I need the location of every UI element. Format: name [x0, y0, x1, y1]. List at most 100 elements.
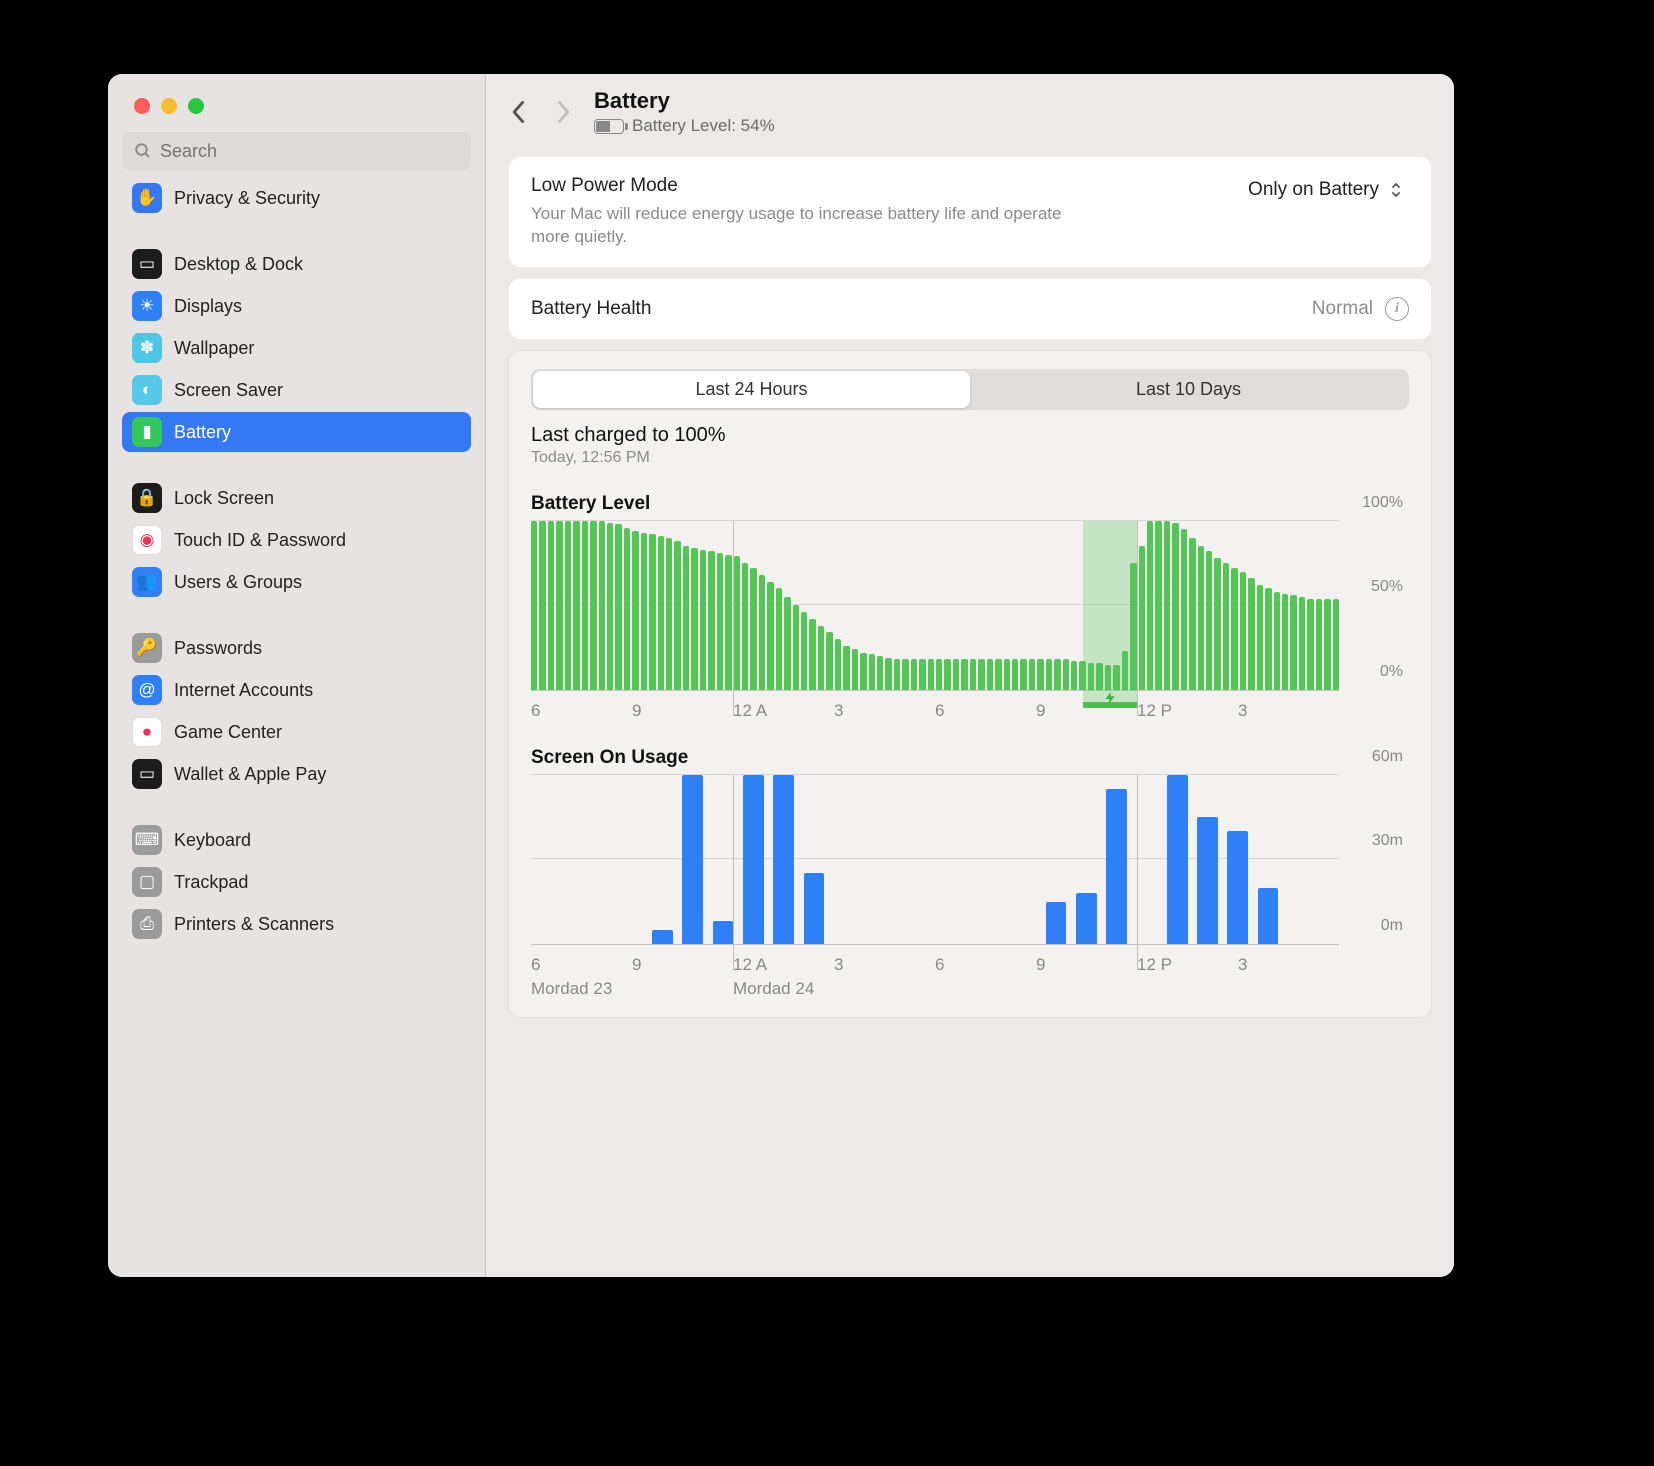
battery-level-bar [1240, 572, 1246, 690]
sidebar-item-label: Screen Saver [174, 380, 283, 401]
battery-level-bar [590, 521, 596, 690]
sidebar-item-users-groups[interactable]: 👥Users & Groups [122, 562, 471, 602]
chart0-ylab-50: 50% [1371, 578, 1403, 596]
sun-icon: ☀ [132, 291, 162, 321]
chart0-ylab-0: 0% [1380, 663, 1403, 681]
battery-level-bar [615, 524, 621, 690]
battery-level-bar [776, 588, 782, 689]
screensaver-icon: ◐ [132, 375, 162, 405]
battery-level-bar [624, 528, 630, 690]
screen-on-bar [682, 775, 703, 944]
low-power-mode-select[interactable]: Only on Battery [1238, 175, 1409, 205]
sidebar-item-passwords[interactable]: 🔑 Passwords [122, 628, 471, 668]
sidebar-item-wallpaper[interactable]: ✽Wallpaper [122, 328, 471, 368]
battery-level-bar [666, 538, 672, 690]
chart-title-screen-on: Screen On Usage [531, 747, 1409, 769]
battery-level-bar [691, 548, 697, 690]
screen-on-bar [652, 930, 673, 944]
chart0-xlabel: 12 P [1137, 701, 1238, 721]
nav-forward-button[interactable] [550, 98, 576, 126]
battery-level-bar [793, 605, 799, 690]
screen-on-bar [1046, 902, 1067, 944]
battery-level-bar [582, 521, 588, 690]
sidebar-item-wallet-apple-pay[interactable]: ▭ Wallet & Apple Pay [122, 754, 471, 794]
chart1-xlabel: 9 [1036, 955, 1137, 975]
battery-level-bar [826, 632, 832, 689]
battery-level-bar [1257, 585, 1263, 690]
sidebar-item-label: Keyboard [174, 830, 251, 851]
battery-level-bar [995, 659, 1001, 689]
screen-on-bar [1197, 817, 1218, 944]
lock-icon: 🔒 [132, 483, 162, 513]
sidebar-item-label: Battery [174, 422, 231, 443]
nav-back-button[interactable] [506, 98, 532, 126]
sidebar-item-touch-id-password[interactable]: ◉Touch ID & Password [122, 520, 471, 560]
sidebar-item-keyboard[interactable]: ⌨ Keyboard [122, 820, 471, 860]
tab-last-24-hours[interactable]: Last 24 Hours [533, 371, 970, 408]
battery-level-bar [1181, 529, 1187, 690]
close-window-button[interactable] [134, 98, 150, 114]
last-charged-sub: Today, 12:56 PM [531, 449, 1409, 467]
usage-pane: Last 24 Hours Last 10 Days Last charged … [508, 350, 1432, 1018]
battery-level-bar [1223, 563, 1229, 690]
minimize-window-button[interactable] [161, 98, 177, 114]
screen-on-bar [773, 775, 794, 944]
sidebar-list: ✋Privacy & Security ▭Desktop & Dock☀Displ… [108, 176, 485, 1277]
battery-health-card[interactable]: Battery Health Normal i [508, 278, 1432, 340]
battery-level-bar [708, 551, 714, 690]
keyboard-icon: ⌨ [132, 825, 162, 855]
battery-level-bar [1206, 551, 1212, 690]
sidebar-item-internet-accounts[interactable]: @Internet Accounts [122, 670, 471, 710]
tab-last-10-days[interactable]: Last 10 Days [970, 371, 1407, 408]
chart0-xlabel: 6 [531, 701, 632, 721]
search-input[interactable] [122, 132, 471, 170]
chart1-date-label [1036, 979, 1137, 999]
sidebar-item-printers-scanners[interactable]: ⎙Printers & Scanners [122, 904, 471, 944]
traffic-lights [108, 92, 485, 114]
battery-level-bar [1231, 568, 1237, 690]
battery-level-bar [573, 521, 579, 690]
screen-on-bar [1076, 893, 1097, 944]
battery-level-bar [919, 659, 925, 689]
sidebar: ✋Privacy & Security ▭Desktop & Dock☀Displ… [108, 74, 486, 1277]
sidebar-item-screen-saver[interactable]: ◐ Screen Saver [122, 370, 471, 410]
battery-level-bar [1029, 659, 1035, 689]
battery-level-bar [548, 521, 554, 690]
sidebar-item-desktop-dock[interactable]: ▭Desktop & Dock [122, 244, 471, 284]
wallet-icon: ▭ [132, 759, 162, 789]
battery-level-bar [944, 659, 950, 689]
sidebar-item-privacy-security[interactable]: ✋Privacy & Security [122, 178, 471, 218]
screen-on-bar [713, 921, 734, 944]
sidebar-item-label: Privacy & Security [174, 188, 320, 209]
battery-level-bar [683, 546, 689, 690]
maximize-window-button[interactable] [188, 98, 204, 114]
sidebar-item-lock-screen[interactable]: 🔒Lock Screen [122, 478, 471, 518]
chart1-ylab-0: 0m [1381, 917, 1403, 935]
last-charged-title: Last charged to 100% [531, 424, 1409, 447]
info-icon[interactable]: i [1385, 297, 1409, 321]
low-power-mode-desc: Your Mac will reduce energy usage to inc… [531, 203, 1091, 249]
key-icon: 🔑 [132, 633, 162, 663]
sidebar-item-trackpad[interactable]: ▢Trackpad [122, 862, 471, 902]
chart1-xlabel: 3 [1238, 955, 1339, 975]
battery-level-bar [801, 612, 807, 690]
battery-level-bar [936, 659, 942, 689]
flower-icon: ✽ [132, 333, 162, 363]
low-power-mode-value: Only on Battery [1248, 179, 1379, 201]
battery-level-bar [565, 521, 571, 690]
chart-title-battery-level: Battery Level [531, 493, 1409, 515]
sidebar-item-label: Wallet & Apple Pay [174, 764, 326, 785]
sidebar-item-label: Passwords [174, 638, 262, 659]
screen-on-bar [804, 873, 825, 943]
battery-level-bar [953, 659, 959, 689]
sidebar-item-displays[interactable]: ☀Displays [122, 286, 471, 326]
battery-level-bar [911, 659, 917, 689]
battery-level-bar [641, 533, 647, 690]
battery-level-bar [1020, 659, 1026, 689]
low-power-mode-card: Low Power Mode Your Mac will reduce ener… [508, 156, 1432, 268]
chart1-daterow: Mordad 23Mordad 24 [531, 979, 1339, 999]
sidebar-item-label: Touch ID & Password [174, 530, 346, 551]
sidebar-item-game-center[interactable]: ●Game Center [122, 712, 471, 752]
sidebar-item-battery[interactable]: ▮Battery [122, 412, 471, 452]
battery-level-bar [894, 659, 900, 689]
